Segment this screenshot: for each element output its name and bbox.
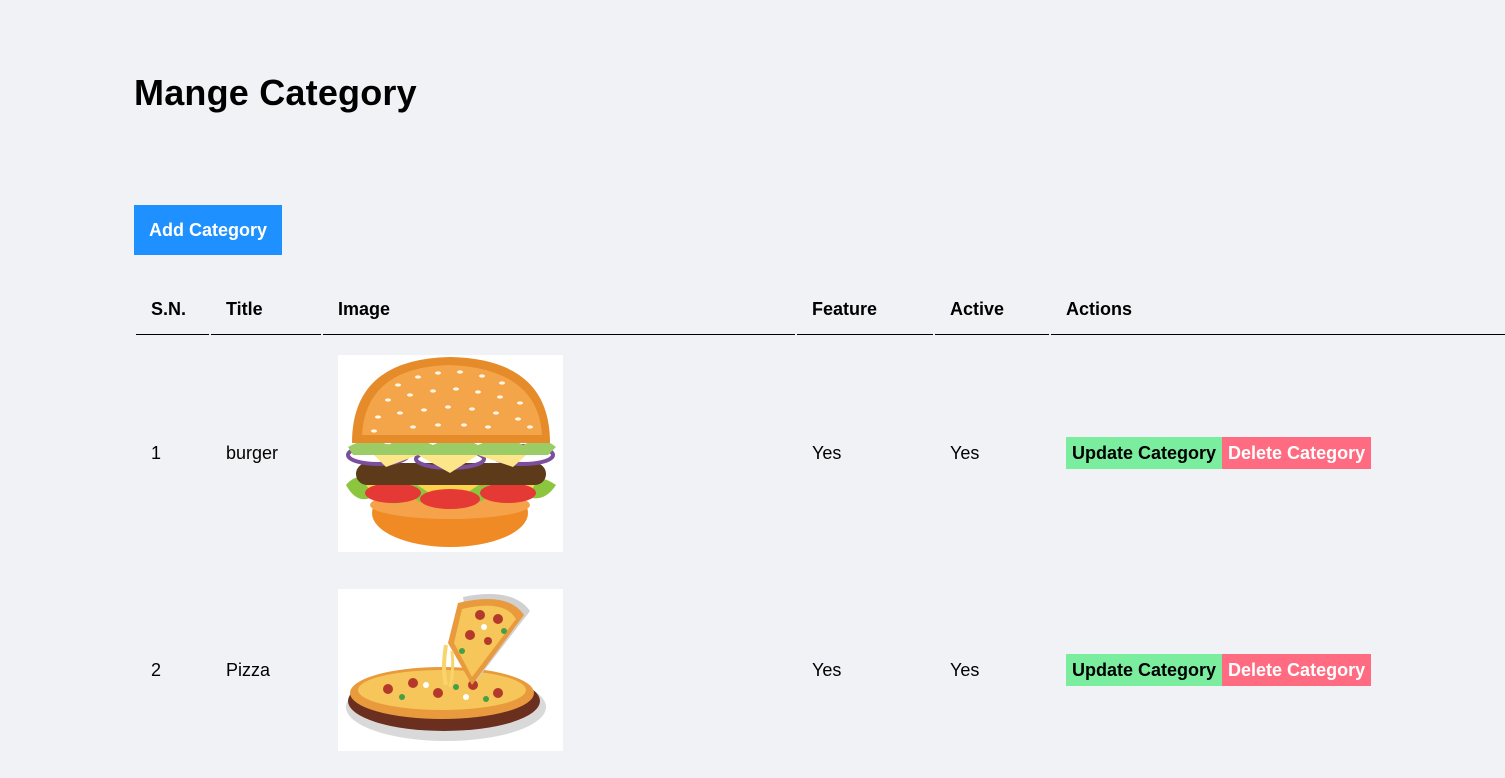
table-row: 1 burger Yes Yes Update Category Delete … xyxy=(136,335,1505,571)
update-category-button[interactable]: Update Category xyxy=(1066,654,1223,686)
delete-category-button[interactable]: Delete Category xyxy=(1222,654,1372,686)
column-header-actions: Actions xyxy=(1051,285,1505,335)
table-header-row: S.N. Title Image Feature Active Actions xyxy=(136,285,1505,335)
cell-image xyxy=(323,571,795,769)
column-header-sn: S.N. xyxy=(136,285,209,335)
cell-sn: 2 xyxy=(151,659,162,680)
delete-category-button[interactable]: Delete Category xyxy=(1222,437,1372,469)
cell-sn: 1 xyxy=(151,442,162,463)
cell-active: Yes xyxy=(950,659,980,680)
cell-title: burger xyxy=(226,442,279,463)
cell-actions: Update Category Delete Category xyxy=(1051,571,1505,769)
column-header-active: Active xyxy=(935,285,1049,335)
column-header-feature: Feature xyxy=(797,285,933,335)
cell-feature: Yes xyxy=(812,442,842,463)
update-category-button[interactable]: Update Category xyxy=(1066,437,1223,469)
burger-image xyxy=(338,354,563,552)
category-table: S.N. Title Image Feature Active Actions … xyxy=(134,285,1505,769)
cell-active: Yes xyxy=(950,442,980,463)
cell-feature: Yes xyxy=(812,659,842,680)
column-header-image: Image xyxy=(323,285,795,335)
column-header-title: Title xyxy=(211,285,321,335)
add-category-button[interactable]: Add Category xyxy=(134,205,282,255)
cell-title: Pizza xyxy=(226,659,271,680)
page-title: Mange Category xyxy=(134,72,417,113)
cell-actions: Update Category Delete Category xyxy=(1051,335,1505,571)
pizza-image xyxy=(338,589,563,751)
cell-image xyxy=(323,335,795,571)
table-row: 2 Pizza Yes Yes Update Category Delete C… xyxy=(136,571,1505,769)
